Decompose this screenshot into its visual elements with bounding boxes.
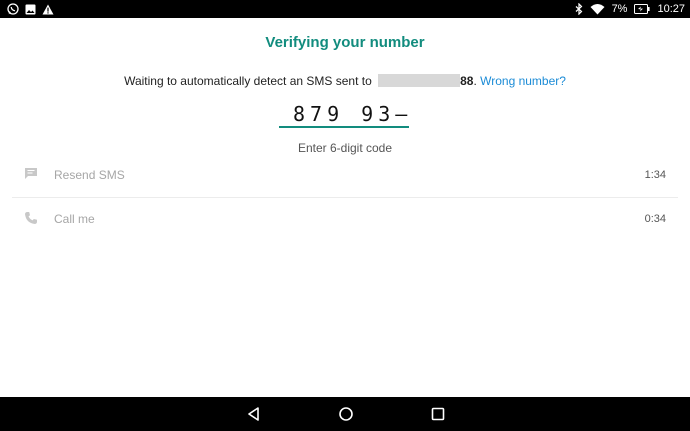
call-me-button[interactable]: Call me 0:34 bbox=[12, 198, 678, 238]
verification-code-input[interactable]: 879 93– bbox=[279, 100, 409, 128]
status-time: 10:27 bbox=[657, 3, 685, 15]
battery-icon bbox=[634, 4, 651, 14]
recent-apps-icon[interactable] bbox=[428, 405, 448, 423]
status-right-icons: 7% 10:27 bbox=[575, 1, 685, 17]
status-bar: 7% 10:27 bbox=[0, 0, 690, 18]
bluetooth-icon bbox=[575, 3, 583, 15]
resend-sms-timer: 1:34 bbox=[644, 169, 666, 181]
phone-icon bbox=[24, 211, 38, 225]
verification-message: Waiting to automatically detect an SMS s… bbox=[0, 74, 690, 88]
phone-number-suffix: 88 bbox=[460, 74, 474, 88]
code-input-value: 879 93– bbox=[293, 102, 413, 126]
wrong-number-link[interactable]: Wrong number? bbox=[480, 74, 566, 88]
page-title: Verifying your number bbox=[265, 34, 425, 51]
back-icon[interactable] bbox=[244, 405, 264, 423]
home-icon[interactable] bbox=[336, 405, 356, 423]
message-prefix: Waiting to automatically detect an SMS s… bbox=[124, 74, 376, 88]
resend-sms-button[interactable]: Resend SMS 1:34 bbox=[12, 154, 678, 194]
battery-text: 7% bbox=[611, 3, 628, 15]
status-left-icons bbox=[7, 2, 54, 16]
warning-icon bbox=[42, 4, 54, 15]
navigation-bar bbox=[0, 397, 690, 431]
call-me-label: Call me bbox=[54, 212, 95, 226]
code-hint: Enter 6-digit code bbox=[297, 141, 393, 155]
call-me-timer: 0:34 bbox=[644, 213, 666, 225]
masked-phone-number bbox=[378, 74, 461, 87]
whatsapp-icon bbox=[7, 3, 19, 15]
wifi-icon bbox=[590, 3, 605, 15]
image-icon bbox=[25, 4, 36, 15]
message-icon bbox=[24, 167, 38, 180]
resend-sms-label: Resend SMS bbox=[54, 168, 125, 182]
